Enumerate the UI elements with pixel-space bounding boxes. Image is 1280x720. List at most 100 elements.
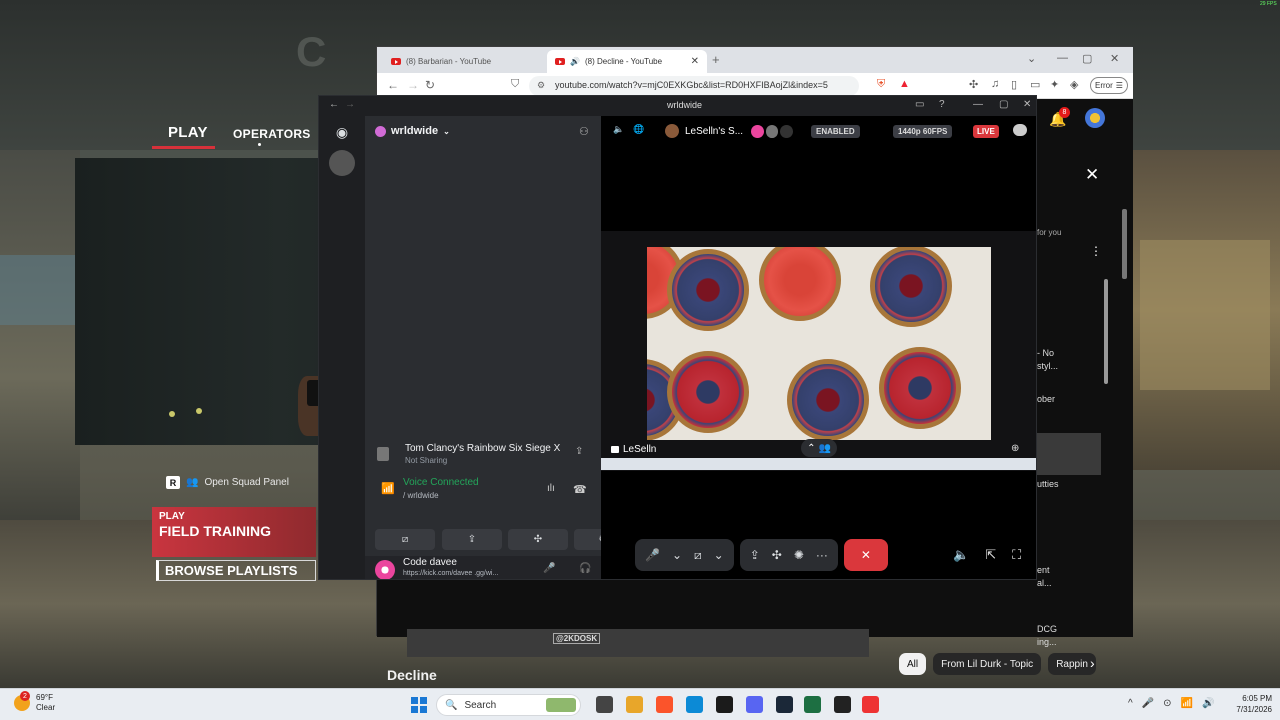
video-player-bottom[interactable]: @2KDOSK: [407, 629, 869, 657]
game-app-icon[interactable]: [862, 696, 879, 713]
brave-browser-icon[interactable]: [656, 696, 673, 713]
file-explorer-icon[interactable]: [626, 696, 643, 713]
minimize-button[interactable]: —: [1057, 52, 1068, 64]
vpn-icon[interactable]: ◈: [1070, 78, 1078, 91]
disconnect-button[interactable]: ✕: [843, 539, 888, 571]
microphone-icon[interactable]: 🎤: [1142, 698, 1154, 709]
forward-button[interactable]: →: [407, 78, 419, 92]
obs-icon[interactable]: [834, 696, 851, 713]
discord-home-icon[interactable]: ◉: [331, 124, 353, 142]
inbox-icon[interactable]: ▭: [915, 99, 924, 110]
brave-shield-icon[interactable]: ⛨: [877, 78, 885, 91]
camera-toggle-button[interactable]: ⧄: [375, 529, 435, 550]
minimize-button[interactable]: —: [973, 99, 983, 110]
tab-search-icon[interactable]: ⌄: [1027, 52, 1036, 65]
sidebar-icon[interactable]: ▯: [1011, 78, 1017, 91]
shared-screen[interactable]: LeSelln ⌃ 👥 ⊕: [601, 231, 1036, 471]
maximize-button[interactable]: ▢: [1082, 52, 1092, 65]
chip-from-lil-durk[interactable]: From Lil Durk - Topic: [933, 653, 1042, 675]
game-tab-operators[interactable]: OPERATORS: [233, 127, 311, 141]
game-tab-play[interactable]: PLAY: [168, 124, 208, 141]
camera-off-icon[interactable]: ⧄: [694, 548, 702, 563]
discord-icon[interactable]: [746, 696, 763, 713]
speaker-icon[interactable]: 🔈: [613, 124, 624, 135]
start-button[interactable]: [411, 697, 427, 713]
chips-next-icon[interactable]: ›: [1090, 655, 1095, 671]
close-panel-icon[interactable]: ✕: [1085, 165, 1099, 185]
chip-all[interactable]: All: [899, 653, 927, 675]
chip-rapping[interactable]: Rappin: [1048, 653, 1096, 675]
file-explorer-icon-dark[interactable]: [596, 696, 613, 713]
volume-icon[interactable]: 🔊: [1202, 698, 1214, 709]
music-icon[interactable]: ♫: [991, 78, 999, 90]
queue-snippet[interactable]: ing...: [1037, 636, 1057, 649]
signal-icon[interactable]: 📶: [381, 482, 395, 495]
queue-snippet[interactable]: ober: [1037, 393, 1055, 406]
microphone-icon[interactable]: 🎤: [645, 548, 660, 562]
more-icon[interactable]: ···: [816, 548, 828, 562]
zoom-icon[interactable]: ⊕: [1011, 443, 1019, 454]
queue-snippet[interactable]: DCG: [1037, 623, 1057, 636]
queue-snippet[interactable]: ent: [1037, 564, 1050, 577]
reload-button[interactable]: ↻: [425, 78, 435, 92]
panel-scrollbar[interactable]: [1104, 279, 1108, 384]
rewards-icon[interactable]: ▲: [899, 78, 910, 90]
steam-icon[interactable]: [776, 696, 793, 713]
queue-snippet[interactable]: styl...: [1037, 360, 1058, 373]
chevron-down-icon[interactable]: ⌄: [714, 548, 724, 562]
globe-icon[interactable]: 🌐: [633, 124, 644, 135]
activities-icon[interactable]: ✣: [772, 548, 782, 562]
leo-icon[interactable]: ✦: [1050, 78, 1059, 91]
microphone-icon[interactable]: 🎤: [543, 563, 555, 574]
queue-snippet[interactable]: utties: [1037, 478, 1059, 491]
fullscreen-icon[interactable]: ⛶: [1012, 547, 1021, 563]
chat-icon[interactable]: [1013, 124, 1027, 136]
close-window-button[interactable]: ✕: [1023, 99, 1031, 110]
soundboard-icon[interactable]: ✺: [794, 548, 804, 562]
headphones-icon[interactable]: 🎧: [579, 563, 591, 574]
user-avatar[interactable]: [375, 560, 395, 579]
open-squad-panel[interactable]: R 👥 Open Squad Panel: [166, 476, 289, 489]
volume-icon[interactable]: 🔈: [953, 547, 969, 563]
browse-playlists-button[interactable]: BROWSE PLAYLISTS: [156, 560, 316, 581]
maximize-button[interactable]: ▢: [999, 99, 1008, 110]
tray-overflow-icon[interactable]: ^: [1128, 698, 1133, 709]
highlighted-item[interactable]: [1037, 433, 1101, 475]
browser-tab-decline[interactable]: 🔊 (8) Decline - YouTube ✕: [547, 50, 707, 73]
expand-participants-button[interactable]: ⌃ 👥: [801, 439, 837, 457]
queue-snippet[interactable]: al...: [1037, 577, 1052, 590]
site-info-icon[interactable]: ⚙: [537, 80, 545, 91]
chevron-down-icon[interactable]: ⌄: [672, 548, 682, 562]
noise-suppression-icon[interactable]: ılı: [547, 483, 555, 494]
back-button[interactable]: ←: [387, 78, 399, 92]
wifi-icon[interactable]: 📶: [1181, 698, 1193, 709]
help-icon[interactable]: ?: [939, 99, 945, 110]
page-scrollbar[interactable]: [1122, 209, 1127, 279]
url-text[interactable]: youtube.com/watch?v=mjC0EXKGbc&list=RD0H…: [555, 80, 828, 90]
share-screen-icon[interactable]: ⇪: [750, 548, 760, 562]
clock[interactable]: 6:05 PM 7/31/2026: [1228, 693, 1272, 715]
bookmark-icon[interactable]: ⛉: [511, 78, 519, 91]
share-screen-icon[interactable]: ⇪: [575, 446, 583, 457]
close-tab-icon[interactable]: ✕: [691, 56, 699, 67]
app-icon[interactable]: [716, 696, 733, 713]
browser-tab-barbarian[interactable]: (8) Barbarian - YouTube: [383, 50, 543, 73]
new-tab-button[interactable]: +: [712, 52, 720, 67]
share-screen-button[interactable]: ⇪: [442, 529, 502, 550]
forward-button[interactable]: →: [345, 99, 355, 110]
add-friend-icon[interactable]: ⚇: [579, 125, 589, 138]
voice-channel-label[interactable]: / wrldwide: [403, 491, 439, 500]
edge-browser-icon[interactable]: [686, 696, 703, 713]
server-avatar[interactable]: [329, 150, 355, 176]
server-name-button[interactable]: wrldwide ⌄: [375, 125, 450, 137]
account-avatar[interactable]: [1085, 108, 1105, 128]
close-window-button[interactable]: ✕: [1110, 52, 1119, 65]
viewer-avatars[interactable]: [751, 125, 794, 138]
streamer-name[interactable]: LeSelln's S...: [685, 126, 743, 137]
activities-button[interactable]: ✣: [508, 529, 568, 550]
more-options-icon[interactable]: ⋮: [1090, 244, 1102, 258]
queue-snippet[interactable]: - No: [1037, 347, 1054, 360]
popout-icon[interactable]: ⇱: [985, 547, 996, 563]
extensions-icon[interactable]: ✣: [969, 78, 978, 91]
wallet-icon[interactable]: ▭: [1030, 78, 1040, 91]
